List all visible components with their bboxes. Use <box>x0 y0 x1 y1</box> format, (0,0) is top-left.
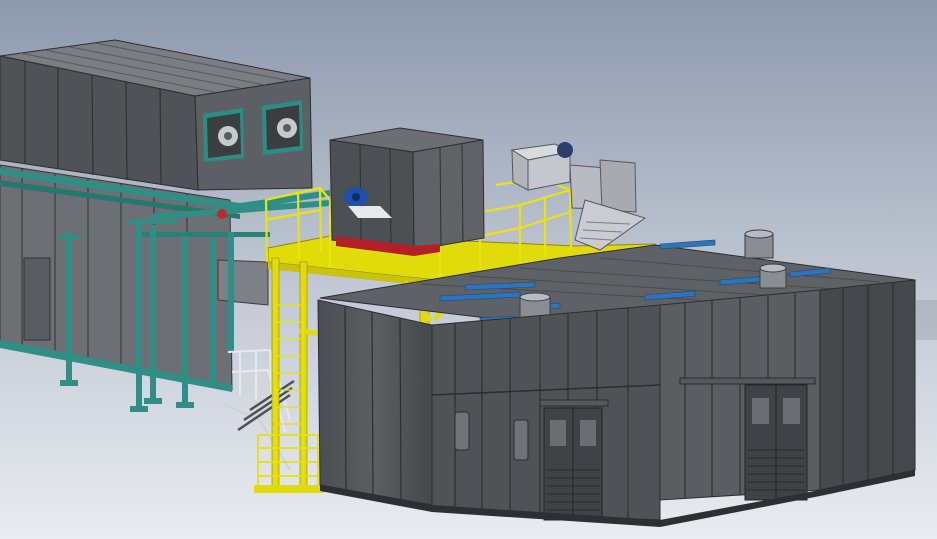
booth-double-door-left <box>543 407 603 521</box>
red-valve <box>217 209 227 219</box>
oven-access-door <box>23 257 51 341</box>
booth-window <box>454 411 470 451</box>
cad-render-scene <box>0 0 937 539</box>
booth-double-door-right <box>744 384 808 501</box>
duct-fan-motor <box>557 142 573 158</box>
air-handling-unit <box>329 127 485 256</box>
paint-booth-plant-render <box>0 0 937 539</box>
booth-window <box>513 419 529 461</box>
edge-shadow <box>916 300 937 340</box>
